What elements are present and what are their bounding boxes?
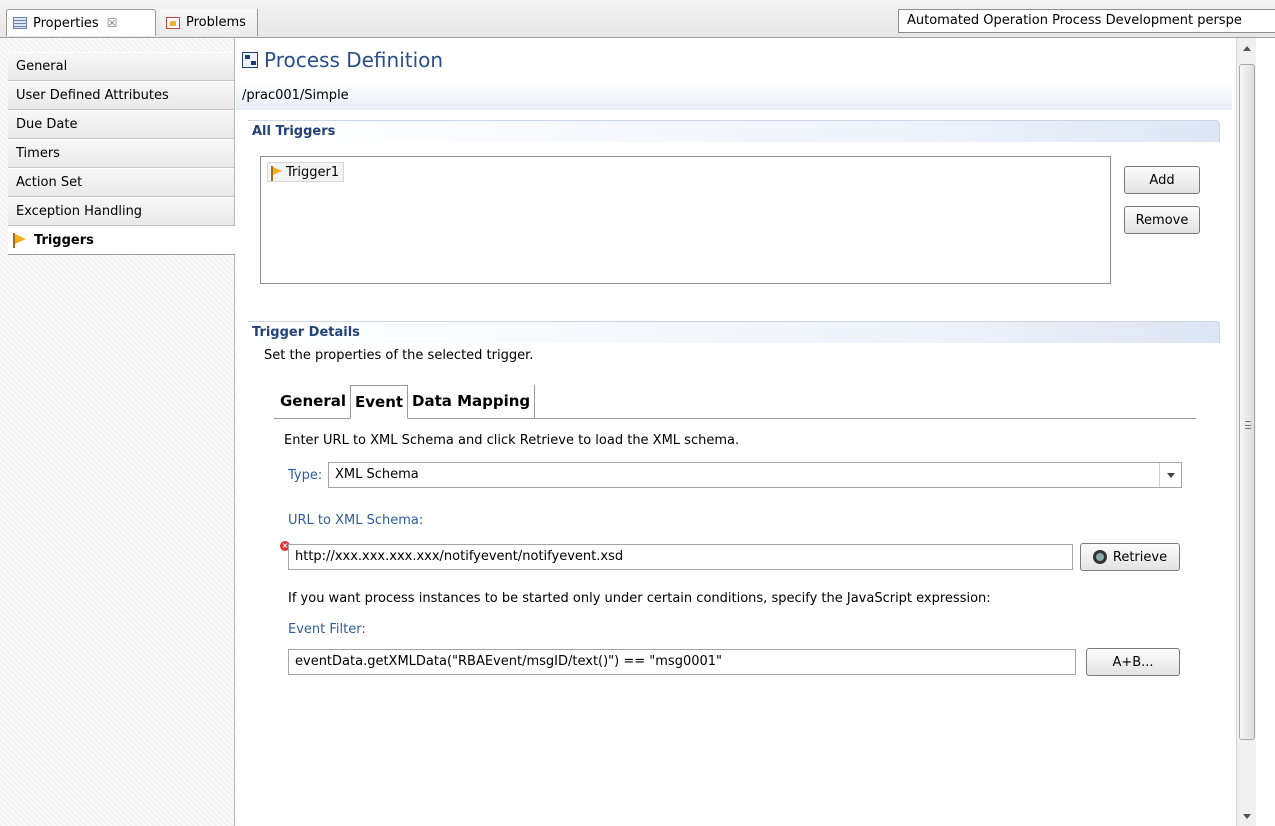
retrieve-button-label: Retrieve — [1112, 549, 1168, 565]
tab-properties[interactable]: Properties ☒ — [6, 9, 156, 36]
sidebar-item-label: Triggers — [34, 233, 94, 248]
vertical-scrollbar[interactable] — [1236, 38, 1256, 826]
url-label: URL to XML Schema: — [288, 513, 424, 528]
grip-icon — [1245, 421, 1251, 429]
retrieve-icon — [1092, 550, 1107, 564]
url-input[interactable]: http://xxx.xxx.xxx.xxx/notifyevent/notif… — [288, 544, 1073, 570]
sidebar-item-triggers[interactable]: Triggers — [8, 226, 235, 255]
trigger-details-description: Set the properties of the selected trigg… — [264, 348, 534, 363]
flag-icon — [12, 233, 28, 248]
sidebar-item-exception-handling[interactable]: Exception Handling — [8, 197, 234, 226]
trigger-item-label: Trigger1 — [286, 164, 340, 180]
tab-problems[interactable]: Problems — [160, 9, 258, 36]
view-tab-strip: Properties ☒ Problems Automated Operatio… — [0, 0, 1275, 38]
breadcrumb: /prac001/Simple — [236, 82, 1232, 110]
retrieve-button[interactable]: Retrieve — [1080, 543, 1180, 571]
sidebar-item-user-defined-attributes[interactable]: User Defined Attributes — [8, 81, 234, 110]
page-title-row: Process Definition — [242, 48, 443, 72]
sidebar-item-label: Action Set — [16, 175, 83, 190]
page-title: Process Definition — [264, 48, 444, 72]
sidebar-item-label: General — [16, 59, 68, 74]
tab-general[interactable]: General — [276, 385, 350, 419]
flag-icon — [270, 165, 284, 181]
sidebar-item-label: User Defined Attributes — [16, 88, 169, 103]
sidebar-item-label: Due Date — [16, 117, 78, 132]
event-filter-label: Event Filter: — [288, 622, 366, 637]
type-label: Type: — [288, 468, 323, 483]
tab-properties-label: Properties — [33, 15, 99, 31]
event-filter-input[interactable]: eventData.getXMLData("RBAEvent/msgID/tex… — [288, 649, 1076, 675]
sidebar-item-general[interactable]: General — [8, 52, 234, 81]
close-icon[interactable]: ☒ — [107, 16, 118, 30]
all-triggers-heading: All Triggers — [248, 120, 1220, 142]
event-instruction: Enter URL to XML Schema and click Retrie… — [284, 433, 740, 448]
right-gutter — [1256, 38, 1275, 826]
sidebar-item-label: Timers — [16, 146, 60, 161]
remove-button[interactable]: Remove — [1124, 206, 1200, 234]
properties-icon — [13, 17, 27, 29]
scroll-up-icon[interactable] — [1237, 38, 1257, 58]
scroll-down-icon[interactable] — [1237, 806, 1257, 826]
properties-main-panel: Process Definition /prac001/Simple All T… — [236, 38, 1236, 826]
sidebar-item-action-set[interactable]: Action Set — [8, 168, 234, 197]
scrollbar-thumb[interactable] — [1239, 64, 1255, 740]
tab-problems-label: Problems — [186, 15, 246, 30]
type-select-value: XML Schema — [335, 467, 419, 482]
sidebar-item-due-date[interactable]: Due Date — [8, 110, 234, 139]
trigger-details-heading: Trigger Details — [248, 321, 1220, 343]
perspective-title: Automated Operation Process Development … — [898, 9, 1275, 33]
tab-data-mapping[interactable]: Data Mapping — [408, 385, 536, 419]
property-sections-sidebar: General User Defined Attributes Due Date… — [0, 38, 235, 826]
expression-builder-button[interactable]: A+B... — [1086, 648, 1180, 676]
tab-event[interactable]: Event — [350, 385, 409, 419]
sidebar-item-label: Exception Handling — [16, 204, 143, 219]
add-button[interactable]: Add — [1124, 166, 1200, 194]
problems-icon — [166, 16, 180, 29]
filter-condition-text: If you want process instances to be star… — [288, 591, 991, 606]
sidebar-item-timers[interactable]: Timers — [8, 139, 234, 168]
trigger-list[interactable]: Trigger1 — [260, 156, 1111, 284]
list-item[interactable]: Trigger1 — [267, 162, 345, 182]
process-definition-icon — [242, 52, 258, 68]
type-select[interactable]: XML Schema — [328, 462, 1182, 488]
chevron-down-icon[interactable] — [1159, 463, 1181, 487]
trigger-details-tabs: General Event Data Mapping — [274, 383, 1196, 419]
